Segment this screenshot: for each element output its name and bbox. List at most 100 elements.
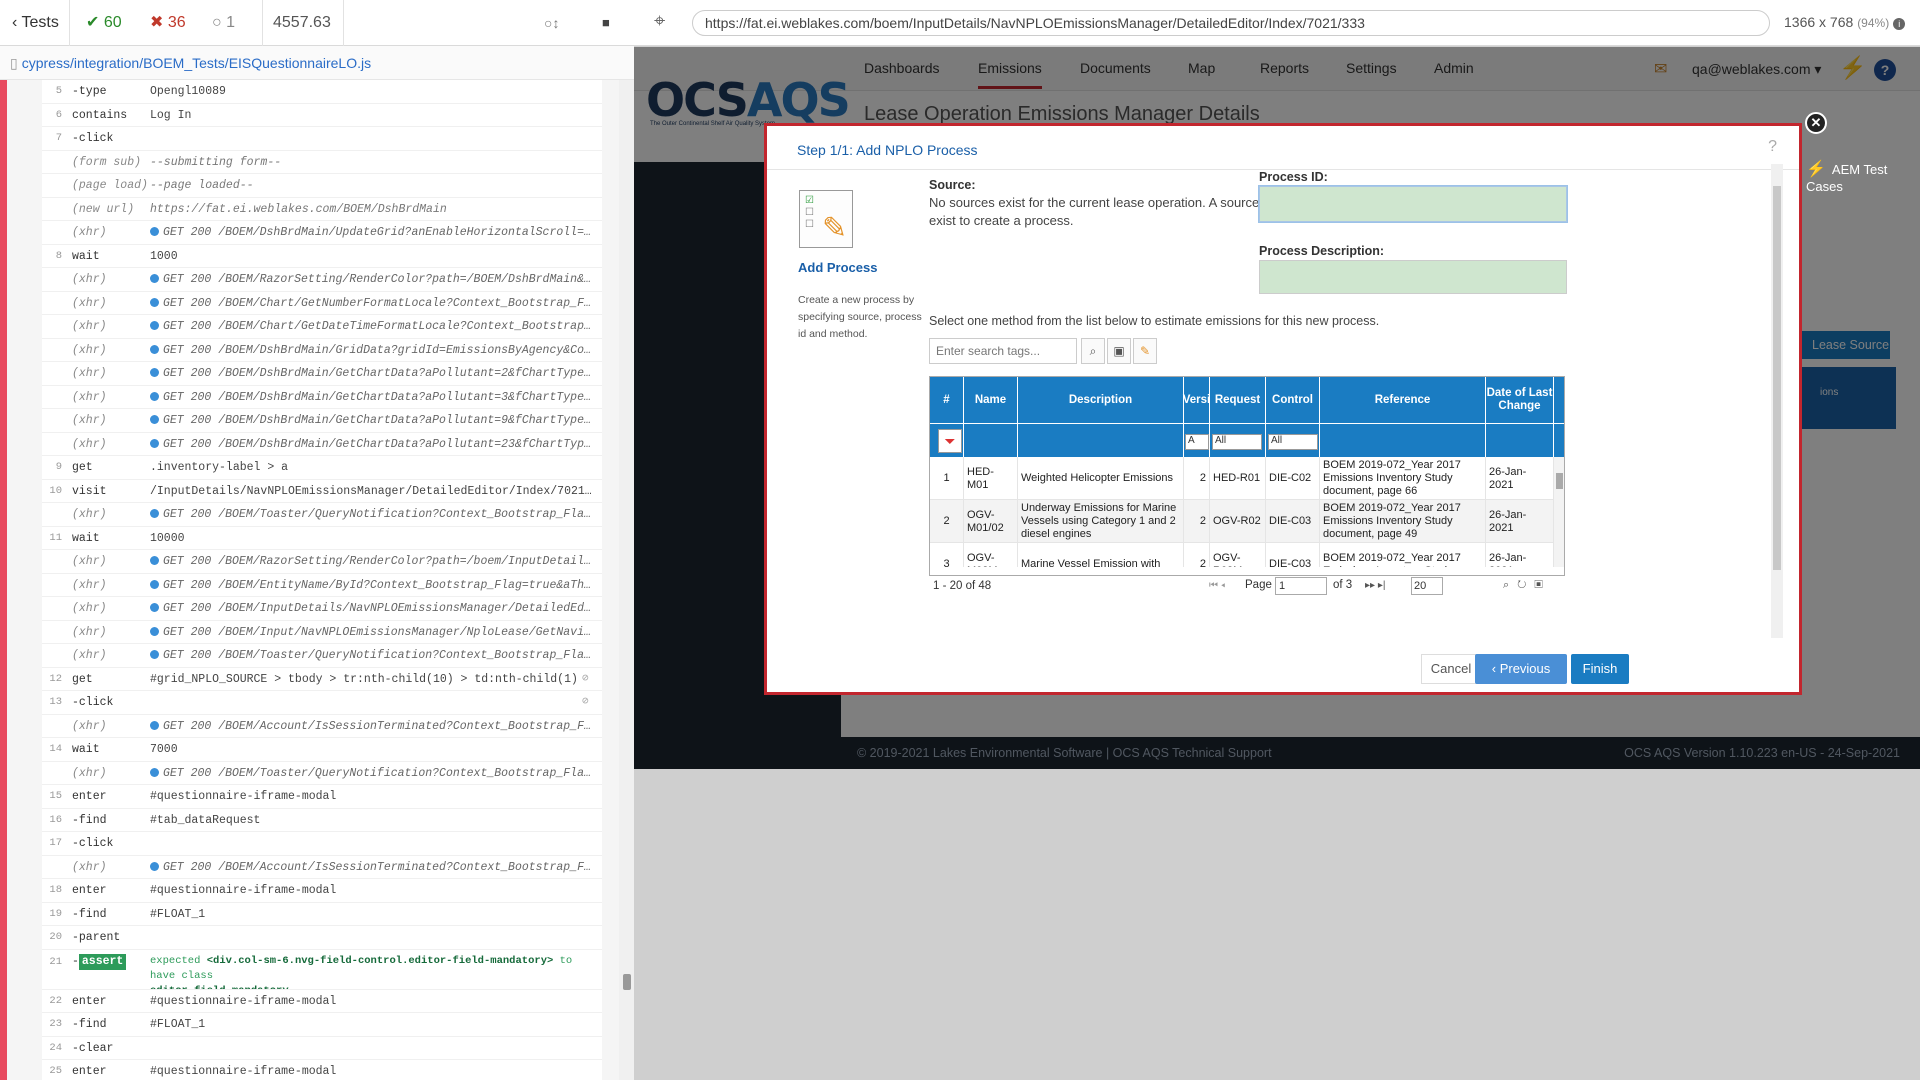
command-row[interactable]: 15 enter #questionnaire-iframe-modal <box>42 785 602 809</box>
add-process-modal: Step 1/1: Add NPLO Process ? ✕ ☑ ☐ ☐ ✎ A… <box>764 112 1827 695</box>
grid-scrollbar[interactable] <box>1554 457 1564 567</box>
command-row[interactable]: (xhr) GET 200 /BOEM/RazorSetting/RenderCo… <box>42 268 602 292</box>
app-frame: Dashboards Emissions Documents Map Repor… <box>634 47 1920 769</box>
command-row[interactable]: (xhr) GET 200 /BOEM/EntityName/ById?Conte… <box>42 574 602 597</box>
grid-scroll-thumb[interactable] <box>1556 473 1563 489</box>
command-message-text: GET 200 /BOEM/DshBrdMain/GetChartData?aP… <box>163 367 595 380</box>
command-row[interactable]: (xhr) GET 200 /BOEM/Toaster/QueryNotifica… <box>42 644 602 668</box>
command-row[interactable]: 12 get #grid_NPLO_SOURCE > tbody > tr:nth-… <box>42 668 602 691</box>
command-row[interactable]: 9 get .inventory-label > a <box>42 456 602 480</box>
selector-playground-icon[interactable]: ⌖ <box>654 10 665 33</box>
command-row[interactable]: (xhr) GET 200 /BOEM/DshBrdMain/UpdateGrid… <box>42 221 602 245</box>
command-row[interactable]: 24 -clear <box>42 1037 602 1060</box>
command-row[interactable]: 22 enter #questionnaire-iframe-modal <box>42 990 602 1013</box>
col-num[interactable]: # <box>930 377 964 423</box>
command-row[interactable]: (xhr) GET 200 /BOEM/Account/IsSessionTerm… <box>42 715 602 738</box>
command-message-text: #questionnaire-iframe-modal <box>150 884 337 897</box>
command-row[interactable]: 23 -find #FLOAT_1 <box>42 1013 602 1037</box>
search-icon[interactable]: ⌕ <box>1081 338 1105 364</box>
command-row[interactable]: (page load) --page loaded-- <box>42 174 602 198</box>
search-tags-input[interactable]: Enter search tags... <box>929 338 1077 364</box>
col-reference[interactable]: Reference <box>1320 377 1486 423</box>
next-last-page-icons[interactable]: ▸▸ ▸| <box>1365 580 1385 591</box>
command-row[interactable]: 6 contains Log In <box>42 104 602 127</box>
command-message: GET 200 /BOEM/Toaster/QueryNotification?… <box>150 762 595 785</box>
command-row[interactable]: (xhr) GET 200 /BOEM/Toaster/QueryNotifica… <box>42 503 602 527</box>
col-date[interactable]: Date of Last Change <box>1486 377 1554 423</box>
process-description-label: Process Description: <box>1259 244 1385 258</box>
col-version[interactable]: Versi <box>1183 377 1210 423</box>
process-description-input[interactable] <box>1259 260 1567 294</box>
command-row[interactable]: (xhr) GET 200 /BOEM/DshBrdMain/GetChartDa… <box>42 433 602 456</box>
command-row[interactable]: 7 -click <box>42 127 602 151</box>
command-row[interactable]: 14 wait 7000 <box>42 738 602 762</box>
tag-icon[interactable]: ▣ <box>1107 338 1131 364</box>
cell-ref: BOEM 2019-072_Year 2017 Emissions Invent… <box>1320 457 1486 500</box>
filter-cell: All <box>1266 424 1320 458</box>
first-prev-page-icons[interactable]: ⏮ ◂ <box>1209 580 1225 591</box>
close-icon[interactable]: ✕ <box>1805 112 1827 134</box>
request-filter[interactable]: All <box>1212 434 1262 450</box>
grid-tool-icons[interactable]: ⌕↻▣ <box>1503 579 1551 592</box>
command-row[interactable]: 11 wait 10000 <box>42 527 602 550</box>
command-row[interactable]: 13 -click ⊘ <box>42 691 602 715</box>
command-row[interactable]: (xhr) GET 200 /BOEM/InputDetails/NavNPLOE… <box>42 597 602 621</box>
command-row[interactable]: (xhr) GET 200 /BOEM/RazorSetting/RenderCo… <box>42 550 602 574</box>
command-log-scrollbar[interactable] <box>619 80 634 1080</box>
page-number-input[interactable]: 1 <box>1275 577 1327 595</box>
wizard-title: Add Process <box>798 260 878 275</box>
command-row[interactable]: 21 - assert expected <div.col-sm-6.nvg-fiel… <box>42 950 602 990</box>
methods-grid: # Name Description Versi Request Control… <box>929 376 1565 576</box>
command-row[interactable]: 19 -find #FLOAT_1 <box>42 903 602 926</box>
command-row[interactable]: (xhr) GET 200 /BOEM/Account/IsSessionTerm… <box>42 856 602 879</box>
command-message: GET 200 /BOEM/DshBrdMain/GetChartData?aP… <box>150 433 595 456</box>
cancel-button[interactable]: Cancel <box>1421 654 1481 684</box>
spec-path-bar[interactable]: ▯ cypress/integration/BOEM_Tests/EISQuest… <box>0 46 634 80</box>
command-row[interactable]: (xhr) GET 200 /BOEM/DshBrdMain/GridData?g… <box>42 339 602 362</box>
control-filter[interactable]: All <box>1268 434 1318 450</box>
command-row[interactable]: (xhr) GET 200 /BOEM/DshBrdMain/GetChartDa… <box>42 409 602 433</box>
command-log-scroll-thumb[interactable] <box>623 974 631 990</box>
col-request[interactable]: Request <box>1210 377 1266 423</box>
command-message-text: GET 200 /BOEM/Toaster/QueryNotification?… <box>163 508 595 521</box>
grid-filter-row: ⏷ A All All <box>930 423 1564 458</box>
info-icon[interactable]: i <box>1893 18 1906 30</box>
finish-button[interactable]: Finish <box>1571 654 1629 684</box>
stop-icon[interactable]: ■ <box>602 0 610 46</box>
previous-button[interactable]: ‹ Previous <box>1475 654 1567 684</box>
modal-scrollbar[interactable] <box>1771 164 1783 638</box>
autoscroll-icon[interactable]: ○↕ <box>544 0 559 46</box>
command-row[interactable]: (form sub) --submitting form-- <box>42 151 602 174</box>
command-row[interactable]: 18 enter #questionnaire-iframe-modal <box>42 879 602 903</box>
command-row[interactable]: (xhr) GET 200 /BOEM/Chart/GetNumberFormat… <box>42 292 602 315</box>
command-name: get <box>72 672 93 686</box>
help-icon[interactable]: ? <box>1768 138 1777 156</box>
process-id-input[interactable] <box>1259 186 1567 222</box>
clear-tags-icon[interactable]: ✎ <box>1133 338 1157 364</box>
version-filter[interactable]: A <box>1185 434 1209 450</box>
col-name[interactable]: Name <box>964 377 1018 423</box>
col-description[interactable]: Description <box>1018 377 1184 423</box>
url-field[interactable]: https://fat.ei.weblakes.com/boem/InputDe… <box>692 10 1770 36</box>
clear-filter-icon[interactable]: ⏷ <box>938 429 962 453</box>
table-row[interactable]: 2 OGV-M01/02 Underway Emissions for Marine… <box>930 500 1554 543</box>
command-row[interactable]: 25 enter #questionnaire-iframe-modal <box>42 1060 602 1080</box>
modal-scroll-thumb[interactable] <box>1773 186 1781 570</box>
command-row[interactable]: 10 visit/InputDetails/NavNPLOEmissionsMan… <box>42 480 602 503</box>
command-row[interactable]: 16 -find #tab_dataRequest <box>42 809 602 832</box>
table-row[interactable]: 1 HED-M01 Weighted Helicopter Emissions 2 HE… <box>930 457 1554 500</box>
col-control[interactable]: Control <box>1266 377 1320 423</box>
table-row[interactable]: 3OGV-M03MMarine Vessel Emission with2OGV… <box>930 543 1554 567</box>
command-row[interactable]: 20 -parent <box>42 926 602 950</box>
page-size-select[interactable]: 20 <box>1411 577 1443 595</box>
tests-back-button[interactable]: ‹ Tests <box>6 0 70 46</box>
command-row[interactable]: (xhr) GET 200 /BOEM/DshBrdMain/GetChartDa… <box>42 362 602 386</box>
command-row[interactable]: (xhr) GET 200 /BOEM/DshBrdMain/GetChartDa… <box>42 386 602 409</box>
command-row[interactable]: (new url) https://fat.ei.weblakes.com/BOE… <box>42 198 602 221</box>
command-row[interactable]: 8 wait 1000 <box>42 245 602 268</box>
command-row[interactable]: 17 -click <box>42 832 602 856</box>
command-row[interactable]: (xhr) GET 200 /BOEM/Toaster/QueryNotifica… <box>42 762 602 785</box>
command-row[interactable]: 5 -type Opengl10089 <box>42 80 602 104</box>
command-row[interactable]: (xhr) GET 200 /BOEM/Input/NavNPLOEmission… <box>42 621 602 644</box>
command-row[interactable]: (xhr) GET 200 /BOEM/Chart/GetDateTimeForm… <box>42 315 602 339</box>
